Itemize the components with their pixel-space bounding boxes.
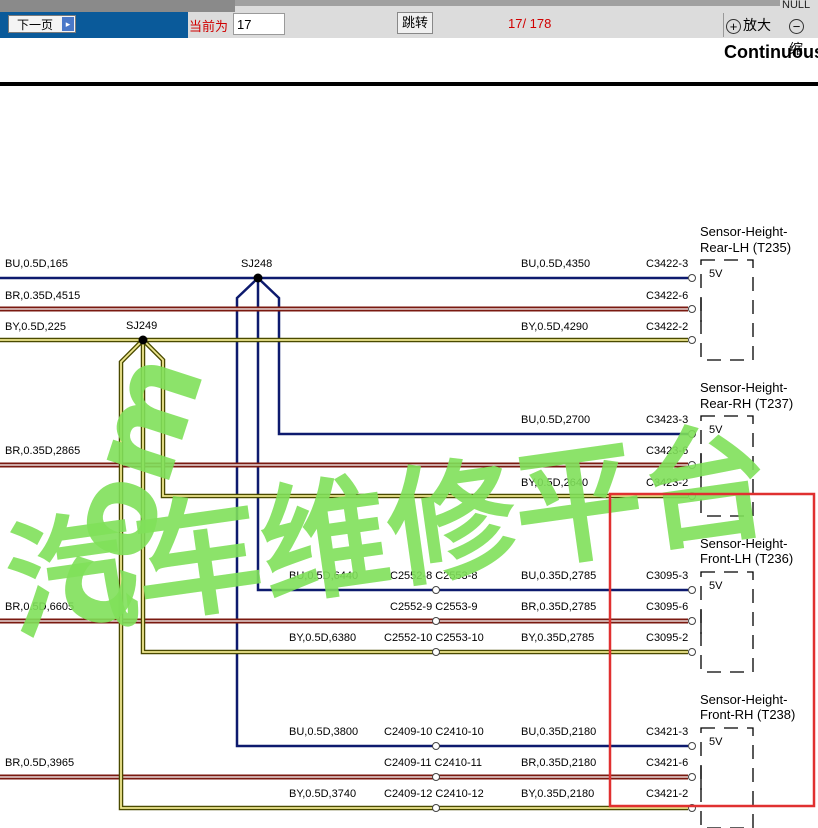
sensor-rear-lh-line1: Sensor-Height-: [700, 224, 787, 239]
wire-label: BR,0.35D,4515: [5, 290, 80, 302]
wire-label: BY,0.35D,2785: [521, 632, 594, 644]
connector-label: C2409-12 C2410-12: [384, 788, 484, 800]
connector-label: C2409-11 C2410-11: [384, 757, 482, 769]
sensor-rear-lh-line2: Rear-LH (T235): [700, 240, 791, 255]
pin-label: C3422-2: [646, 321, 688, 333]
sensor-front-rh-line1: Sensor-Height-: [700, 692, 787, 707]
pin-label: C3095-3: [646, 570, 688, 582]
wire-label: BR,0.35D,2785: [521, 601, 596, 613]
pin-label: C3421-3: [646, 726, 688, 738]
wire-label: BU,0.35D,2180: [521, 726, 596, 738]
inline-connector-pins: [432, 586, 440, 812]
pin-label: C3422-3: [646, 258, 688, 270]
sensor-front-rh-line2: Front-RH (T238): [700, 707, 795, 722]
connector-label: C2409-10 C2410-10: [384, 726, 484, 738]
pin-label: C3095-2: [646, 632, 688, 644]
pin-label: C3095-6: [646, 601, 688, 613]
pin-label: C3421-6: [646, 757, 688, 769]
wire-label: BY,0.5D,225: [5, 321, 66, 333]
wire-label: BU,0.5D,165: [5, 258, 68, 270]
sensor-rear-lh-voltage: 5V: [709, 268, 723, 280]
wire-label: BR,0.5D,3965: [5, 757, 74, 769]
sensor-front-rh-voltage: 5V: [709, 736, 723, 748]
wire-bu-2: [257, 277, 688, 436]
wire-label: BU,0.5D,4350: [521, 258, 590, 270]
connector-label: C2552-10 C2553-10: [384, 632, 484, 644]
sensor-front-lh-voltage: 5V: [709, 580, 723, 592]
splice-label-sj248: SJ248: [241, 258, 272, 270]
pin-label: C3421-2: [646, 788, 688, 800]
sensor-rear-rh-line1: Sensor-Height-: [700, 380, 787, 395]
wire-label: BY,0.35D,2180: [521, 788, 594, 800]
splice-label-sj249: SJ249: [126, 320, 157, 332]
wire-label: BY,0.5D,4290: [521, 321, 588, 333]
wire-label: BU,0.5D,3800: [289, 726, 358, 738]
splice-point-sj249: [138, 335, 148, 345]
wiring-diagram: SJ248 SJ249 Sensor-Height- Rear-LH (T235…: [0, 224, 816, 828]
wire-label: BY,0.5D,3740: [289, 788, 356, 800]
wire-label: BR,0.35D,2180: [521, 757, 596, 769]
splice-point-sj248: [253, 273, 263, 283]
wire-label: BY,0.5D,6380: [289, 632, 356, 644]
pin-label: C3422-6: [646, 290, 688, 302]
wire-label: BU,0.5D,2700: [521, 414, 590, 426]
